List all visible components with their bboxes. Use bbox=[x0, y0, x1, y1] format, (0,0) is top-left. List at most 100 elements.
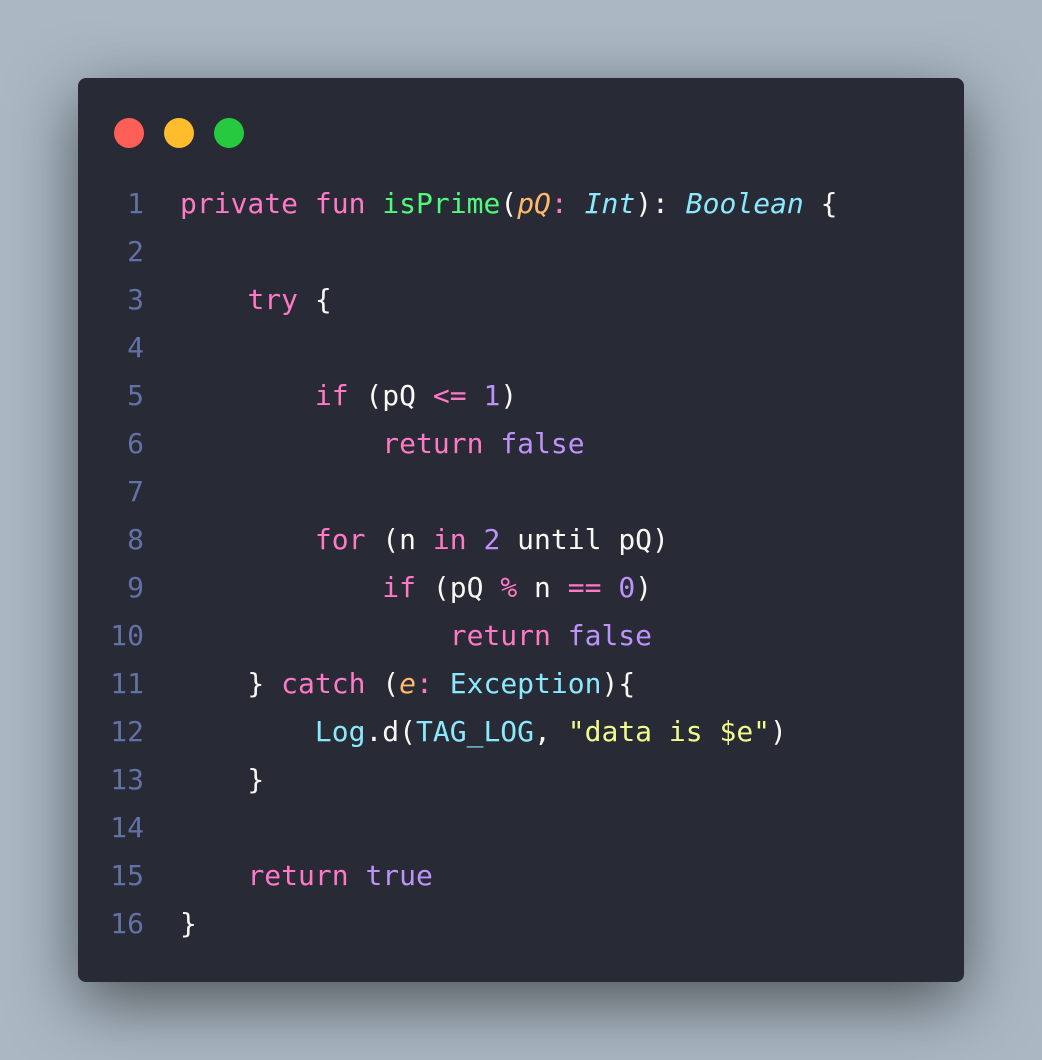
code-line: 11 } catch (e: Exception){ bbox=[78, 660, 964, 708]
code-token: Boolean bbox=[685, 187, 804, 220]
line-number: 13 bbox=[110, 763, 144, 796]
code-text: } catch (e: Exception){ bbox=[180, 660, 635, 708]
code-token: (pQ bbox=[348, 379, 433, 412]
code-token: n bbox=[517, 571, 568, 604]
code-token: for bbox=[314, 523, 366, 556]
code-token: private bbox=[180, 187, 299, 220]
code-token: false bbox=[567, 619, 653, 652]
code-token: pQ bbox=[517, 187, 551, 220]
code-token: try bbox=[247, 283, 299, 316]
code-line: 4 bbox=[78, 324, 964, 372]
code-token: in bbox=[432, 523, 467, 556]
code-text: return false bbox=[180, 420, 584, 468]
code-token: } bbox=[180, 907, 197, 940]
code-line: 10 return false bbox=[78, 612, 964, 660]
code-token: ( bbox=[500, 187, 518, 220]
code-token: (pQ bbox=[416, 571, 501, 604]
code-token: : bbox=[416, 667, 450, 700]
code-text: return false bbox=[180, 612, 652, 660]
code-text: return true bbox=[180, 852, 433, 900]
code-token: , bbox=[534, 715, 568, 748]
code-line: 7 bbox=[78, 468, 964, 516]
code-token: Exception bbox=[449, 667, 602, 700]
code-token: 1 bbox=[483, 379, 501, 412]
line-number: 14 bbox=[110, 811, 144, 844]
code-token: if bbox=[314, 379, 349, 412]
code-line: 12 Log.d(TAG_LOG, "data is $e") bbox=[78, 708, 964, 756]
code-token: ) bbox=[770, 715, 787, 748]
code-editor: 1 private fun isPrime(pQ: Int): Boolean {… bbox=[78, 180, 964, 948]
code-token: 0 bbox=[618, 571, 636, 604]
line-number: 7 bbox=[127, 475, 144, 508]
code-token: == bbox=[567, 571, 602, 604]
minimize-button[interactable] bbox=[164, 118, 194, 148]
line-number: 6 bbox=[127, 427, 144, 460]
code-token: <= bbox=[432, 379, 467, 412]
code-token: Int bbox=[584, 187, 636, 220]
code-text: if (pQ % n == 0) bbox=[180, 564, 652, 612]
code-token: .d( bbox=[365, 715, 417, 748]
code-token: true bbox=[365, 859, 433, 892]
code-token: } bbox=[180, 763, 265, 796]
line-number: 2 bbox=[127, 235, 144, 268]
code-token: : bbox=[550, 187, 585, 220]
code-token: return bbox=[247, 859, 349, 892]
code-window: 1 private fun isPrime(pQ: Int): Boolean {… bbox=[78, 78, 964, 982]
code-token: ( bbox=[365, 667, 400, 700]
close-button[interactable] bbox=[114, 118, 144, 148]
code-token: "data is $e" bbox=[567, 715, 771, 748]
window-controls bbox=[114, 118, 244, 148]
line-number: 4 bbox=[127, 331, 144, 364]
code-line: 2 bbox=[78, 228, 964, 276]
code-token: % bbox=[500, 571, 518, 604]
code-token: Log bbox=[314, 715, 366, 748]
code-token: ) bbox=[635, 571, 653, 604]
code-token: ): bbox=[635, 187, 686, 220]
code-token: until pQ) bbox=[500, 523, 669, 556]
code-token: { bbox=[803, 187, 838, 220]
code-token: ) bbox=[500, 379, 518, 412]
code-token: ){ bbox=[601, 667, 636, 700]
line-number: 11 bbox=[110, 667, 144, 700]
code-token: fun bbox=[314, 187, 366, 220]
code-token: isPrime bbox=[382, 187, 501, 220]
line-number: 15 bbox=[110, 859, 144, 892]
code-token: (n bbox=[365, 523, 433, 556]
line-number: 9 bbox=[127, 571, 144, 604]
code-token: { bbox=[298, 283, 332, 316]
code-token: e bbox=[399, 667, 417, 700]
code-token: if bbox=[382, 571, 417, 604]
code-token: return bbox=[449, 619, 551, 652]
code-line: 9 if (pQ % n == 0) bbox=[78, 564, 964, 612]
code-text: private fun isPrime(pQ: Int): Boolean { bbox=[180, 180, 838, 228]
code-text: if (pQ <= 1) bbox=[180, 372, 517, 420]
code-line: 8 for (n in 2 until pQ) bbox=[78, 516, 964, 564]
code-text: for (n in 2 until pQ) bbox=[180, 516, 669, 564]
code-text: } bbox=[180, 900, 197, 948]
code-line: 15 return true bbox=[78, 852, 964, 900]
line-number: 1 bbox=[127, 187, 144, 220]
code-text: try { bbox=[180, 276, 332, 324]
code-line: 1 private fun isPrime(pQ: Int): Boolean { bbox=[78, 180, 964, 228]
maximize-button[interactable] bbox=[214, 118, 244, 148]
code-text: } bbox=[180, 756, 264, 804]
line-number: 10 bbox=[110, 619, 144, 652]
line-number: 3 bbox=[127, 283, 144, 316]
code-line: 13 } bbox=[78, 756, 964, 804]
code-token: return bbox=[382, 427, 484, 460]
code-line: 3 try { bbox=[78, 276, 964, 324]
